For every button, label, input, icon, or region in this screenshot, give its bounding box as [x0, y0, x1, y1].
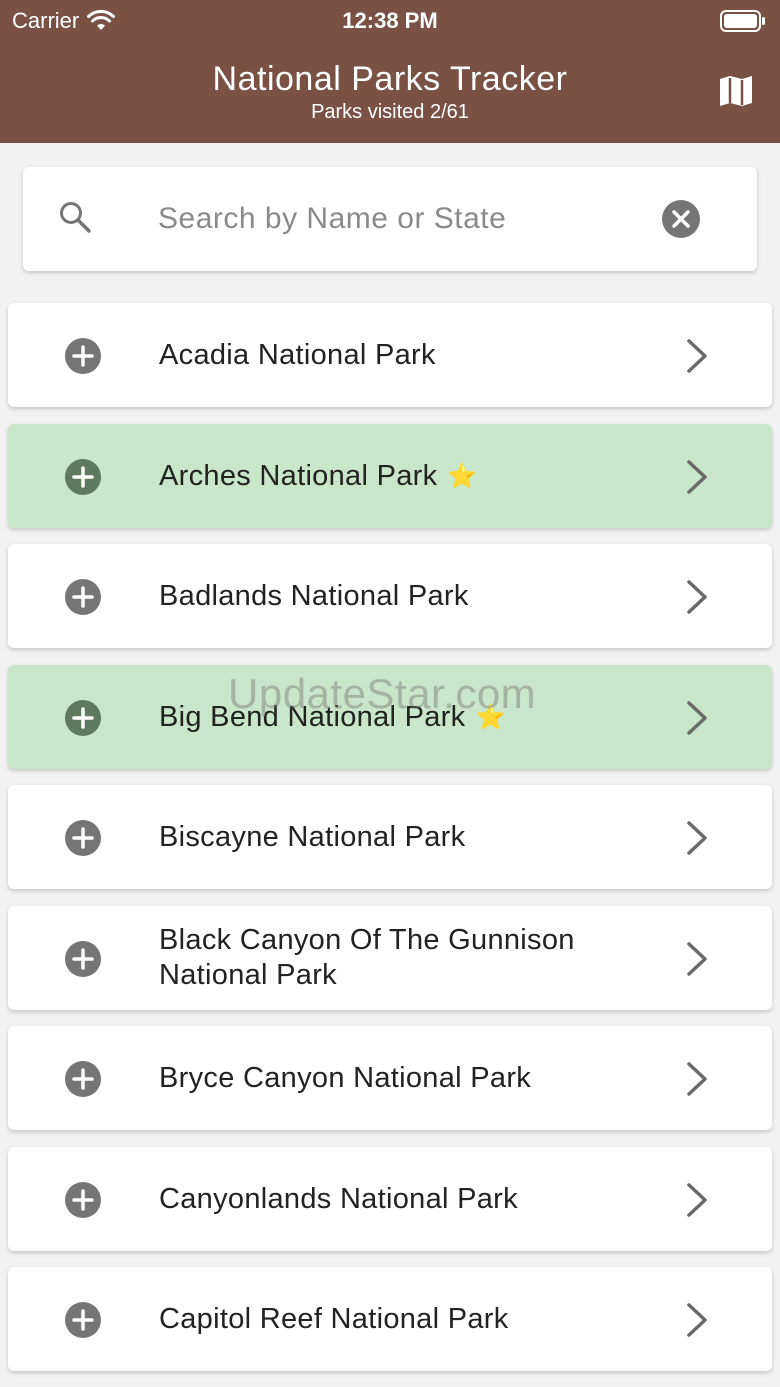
star-icon: ⭐ [475, 703, 506, 731]
chevron-right-icon[interactable] [684, 819, 710, 857]
map-icon[interactable] [718, 74, 754, 108]
add-circle-icon[interactable] [64, 578, 102, 616]
add-circle-icon[interactable] [64, 1060, 102, 1098]
add-circle-icon[interactable] [64, 458, 102, 496]
park-list-item[interactable]: Acadia National Park [8, 303, 772, 407]
app-header: Carrier 12:38 PM National Parks Tracker … [0, 0, 780, 143]
battery-icon [720, 10, 765, 32]
add-circle-icon[interactable] [64, 699, 102, 737]
park-name-text: Big Bend National Park [159, 700, 466, 733]
chevron-right-icon[interactable] [684, 699, 710, 737]
status-time: 12:38 PM [342, 8, 438, 33]
park-list-item[interactable]: Black Canyon Of The Gunnison National Pa… [8, 906, 772, 1010]
park-name: Canyonlands National Park [159, 1147, 659, 1251]
chevron-right-icon[interactable] [684, 337, 710, 375]
park-name-text: Capitol Reef National Park [159, 1302, 509, 1335]
park-name: Black Canyon Of The Gunnison National Pa… [159, 906, 659, 1010]
park-list-item[interactable]: Arches National Park ⭐ [8, 424, 772, 528]
add-circle-icon[interactable] [64, 1301, 102, 1339]
park-name-text: Arches National Park [159, 459, 438, 492]
add-circle-icon[interactable] [64, 337, 102, 375]
park-name-text: Biscayne National Park [159, 820, 466, 853]
page-title: National Parks Tracker [212, 60, 568, 98]
chevron-right-icon[interactable] [684, 1301, 710, 1339]
park-name: Arches National Park ⭐ [159, 424, 659, 528]
chevron-right-icon[interactable] [684, 458, 710, 496]
park-name: Capitol Reef National Park [159, 1267, 659, 1371]
park-name-text: Bryce Canyon National Park [159, 1061, 532, 1094]
park-name-text: Black Canyon Of The Gunnison National Pa… [159, 924, 575, 991]
search-icon [60, 202, 91, 233]
search-input[interactable] [158, 196, 638, 242]
park-list-item[interactable]: Big Bend National Park ⭐ [8, 665, 772, 769]
add-circle-icon[interactable] [64, 819, 102, 857]
park-list-item[interactable]: Bryce Canyon National Park [8, 1026, 772, 1130]
park-name-text: Acadia National Park [159, 338, 436, 371]
add-circle-icon[interactable] [64, 940, 102, 978]
park-name: Acadia National Park [159, 303, 659, 407]
chevron-right-icon[interactable] [684, 1181, 710, 1219]
status-bar: Carrier 12:38 PM [0, 0, 780, 40]
park-name: Biscayne National Park [159, 785, 659, 889]
park-name-text: Canyonlands National Park [159, 1182, 518, 1215]
chevron-right-icon[interactable] [684, 940, 710, 978]
park-list-item[interactable]: Canyonlands National Park [8, 1147, 772, 1251]
add-circle-icon[interactable] [64, 1181, 102, 1219]
chevron-right-icon[interactable] [684, 1060, 710, 1098]
chevron-right-icon[interactable] [684, 578, 710, 616]
park-list-item[interactable]: Badlands National Park [8, 544, 772, 648]
park-name: Bryce Canyon National Park [159, 1026, 659, 1130]
clear-search-icon[interactable] [662, 200, 700, 238]
star-icon: ⭐ [447, 462, 478, 490]
park-list-item[interactable]: Capitol Reef National Park [8, 1267, 772, 1371]
park-name-text: Badlands National Park [159, 579, 469, 612]
park-list-item[interactable]: Biscayne National Park [8, 785, 772, 889]
park-name: Big Bend National Park ⭐ [159, 665, 659, 769]
visited-count: Parks visited 2/61 [311, 101, 469, 123]
park-name: Badlands National Park [159, 544, 659, 648]
header-titles: National Parks Tracker Parks visited 2/6… [0, 60, 780, 124]
